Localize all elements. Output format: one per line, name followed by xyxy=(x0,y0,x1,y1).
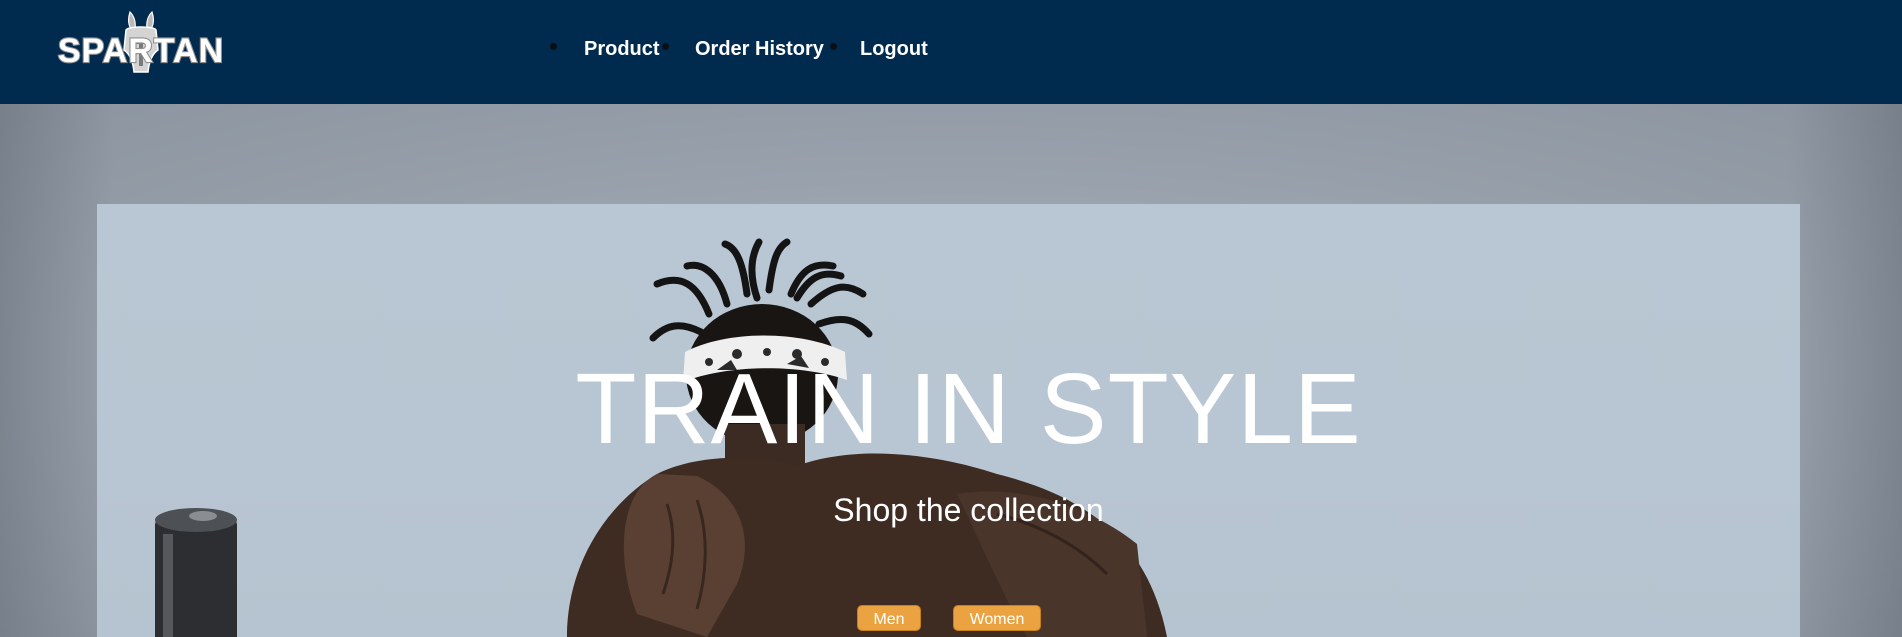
top-navbar: SPARTAN Product Order History Logout xyxy=(0,0,1902,104)
nav-bullet xyxy=(662,43,669,50)
spartan-logo[interactable]: SPARTAN xyxy=(50,10,232,78)
hero-subtitle: Shop the collection xyxy=(833,492,1104,528)
hero-banner: TRAIN IN STYLE Shop the collection xyxy=(97,204,1800,637)
nav-bullet xyxy=(830,43,837,50)
nav-bullet xyxy=(550,43,557,50)
logo-text: SPARTAN xyxy=(58,32,224,70)
shop-men-button[interactable]: Men xyxy=(857,605,921,631)
hero-title: TRAIN IN STYLE xyxy=(575,353,1362,465)
nav-link-order-history[interactable]: Order History xyxy=(695,36,824,62)
nav-link-product[interactable]: Product xyxy=(584,36,660,62)
shop-women-button[interactable]: Women xyxy=(953,605,1041,631)
nav-link-logout[interactable]: Logout xyxy=(860,36,928,62)
